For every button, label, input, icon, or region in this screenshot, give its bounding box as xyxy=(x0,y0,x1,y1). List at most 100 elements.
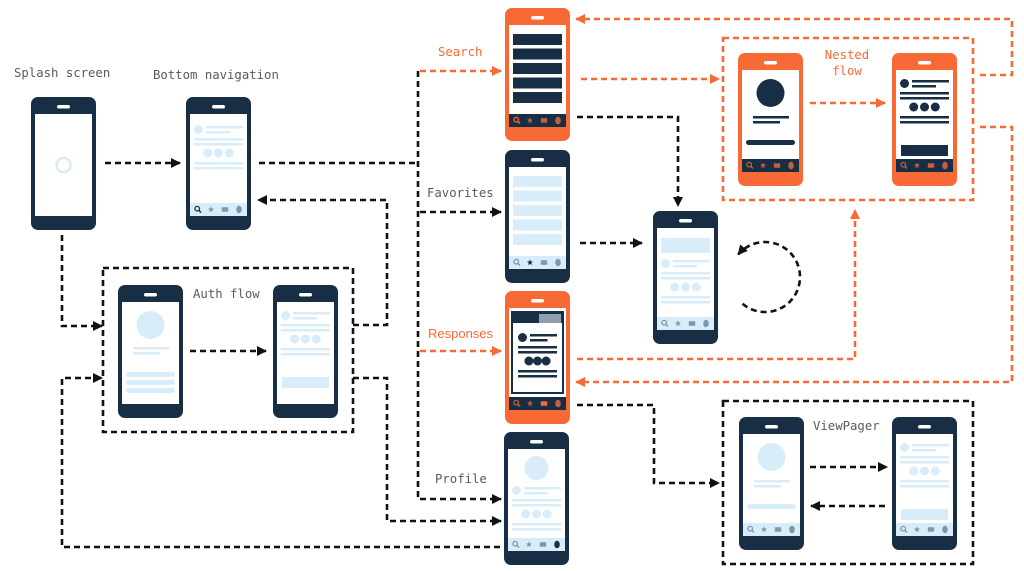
input-placeholder xyxy=(126,388,175,393)
profile-icon xyxy=(789,525,795,534)
avatar-placeholder xyxy=(661,259,670,268)
label-responses: Responses xyxy=(428,326,494,341)
text-line xyxy=(661,296,710,299)
text-line xyxy=(912,80,949,83)
profile-photo-placeholder xyxy=(524,456,549,480)
dot-placeholder xyxy=(920,102,929,112)
text-line xyxy=(133,352,160,355)
profile-icon xyxy=(942,161,948,170)
pill-placeholder xyxy=(747,504,796,509)
button-placeholder xyxy=(282,377,329,388)
label-auth-flow: Auth flow xyxy=(193,287,260,301)
text-line xyxy=(512,504,561,507)
dot-placeholder xyxy=(542,509,552,519)
bottom-nav-bar xyxy=(896,523,953,536)
text-line xyxy=(281,324,330,327)
avatar-placeholder xyxy=(512,486,521,495)
text-line xyxy=(900,121,949,124)
phone-auth-feed xyxy=(273,285,338,418)
phone-bottom-navigation xyxy=(186,97,251,230)
text-line xyxy=(753,116,789,119)
phone-favorites xyxy=(505,150,570,283)
input-placeholder xyxy=(126,380,175,385)
profile-icon xyxy=(554,540,560,549)
profile-photo-placeholder xyxy=(757,443,786,471)
phone-pager-page-1 xyxy=(739,417,804,550)
mail-icon xyxy=(540,260,548,265)
pill-placeholder xyxy=(746,140,795,145)
list-item-placeholder xyxy=(513,63,562,74)
text-line xyxy=(900,116,949,119)
text-line xyxy=(673,265,698,268)
connector-search-to-detail xyxy=(577,115,683,207)
dot-placeholder xyxy=(532,509,541,519)
label-splash-screen: Splash screen xyxy=(14,66,110,80)
text-line xyxy=(293,312,330,315)
banner-placeholder xyxy=(661,238,710,253)
phone-auth-login xyxy=(118,285,183,418)
mail-icon xyxy=(773,163,781,168)
label-profile: Profile xyxy=(435,472,487,486)
bottom-nav-bar xyxy=(190,203,247,216)
navigation-flow-diagram: Splash screen Bottom navigation Search F… xyxy=(14,8,1014,566)
dot-placeholder xyxy=(301,334,310,344)
connector-responses-to-view-pager xyxy=(577,403,720,488)
text-line xyxy=(518,346,557,349)
list-item-placeholder xyxy=(513,34,562,45)
phone-speaker xyxy=(531,16,544,20)
bottom-nav-bar xyxy=(509,114,566,127)
list-item-placeholder xyxy=(513,176,562,187)
bottom-nav-bar xyxy=(509,397,566,410)
text-line xyxy=(206,126,243,129)
label-view-pager: ViewPager xyxy=(813,419,880,433)
text-line xyxy=(754,480,790,483)
text-line xyxy=(194,138,243,141)
profile-photo-placeholder xyxy=(136,311,165,339)
list-item-placeholder xyxy=(513,92,562,103)
label-nested-flow-line-2: flow xyxy=(832,64,862,78)
text-line xyxy=(661,277,710,280)
mail-icon xyxy=(688,321,696,326)
screen-content-list-light xyxy=(513,176,562,245)
phone-pager-page-2 xyxy=(892,417,957,550)
button-placeholder xyxy=(901,145,948,156)
list-item-placeholder xyxy=(513,190,562,202)
phone-speaker xyxy=(765,425,778,429)
dot-placeholder xyxy=(214,148,223,158)
avatar-placeholder xyxy=(281,311,290,320)
dot-placeholder xyxy=(290,334,300,344)
list-item-placeholder xyxy=(513,77,562,89)
mail-icon xyxy=(221,207,229,212)
dot-placeholder xyxy=(203,148,213,158)
label-nested-flow-line-1: Nested xyxy=(825,48,869,62)
label-bottom-navigation: Bottom navigation xyxy=(153,68,279,82)
profile-icon xyxy=(942,525,948,534)
text-line xyxy=(518,370,557,373)
list-item-placeholder xyxy=(513,219,562,231)
text-line xyxy=(512,499,561,502)
text-line xyxy=(912,444,949,447)
text-line xyxy=(194,162,243,165)
profile-icon xyxy=(236,205,242,214)
input-placeholder xyxy=(126,372,175,377)
connector-detail-self-loop xyxy=(737,240,802,314)
profile-icon xyxy=(555,399,561,408)
label-search: Search xyxy=(438,45,482,59)
list-item-placeholder xyxy=(513,205,562,216)
screen-content-list-dark xyxy=(513,34,562,103)
mail-icon xyxy=(540,401,548,406)
phone-responses xyxy=(505,291,570,424)
dot-placeholder xyxy=(681,282,690,292)
phone-speaker xyxy=(144,293,157,297)
text-line xyxy=(900,461,949,464)
text-line xyxy=(912,449,937,452)
bottom-nav-bar xyxy=(896,159,953,172)
dot-placeholder xyxy=(541,356,551,366)
profile-icon xyxy=(555,258,561,267)
tab-inactive xyxy=(539,314,561,323)
text-line xyxy=(530,334,557,337)
text-line xyxy=(900,97,949,100)
bottom-nav-bar xyxy=(743,523,800,536)
text-line xyxy=(133,347,169,350)
phone-nested-detail xyxy=(892,53,957,186)
